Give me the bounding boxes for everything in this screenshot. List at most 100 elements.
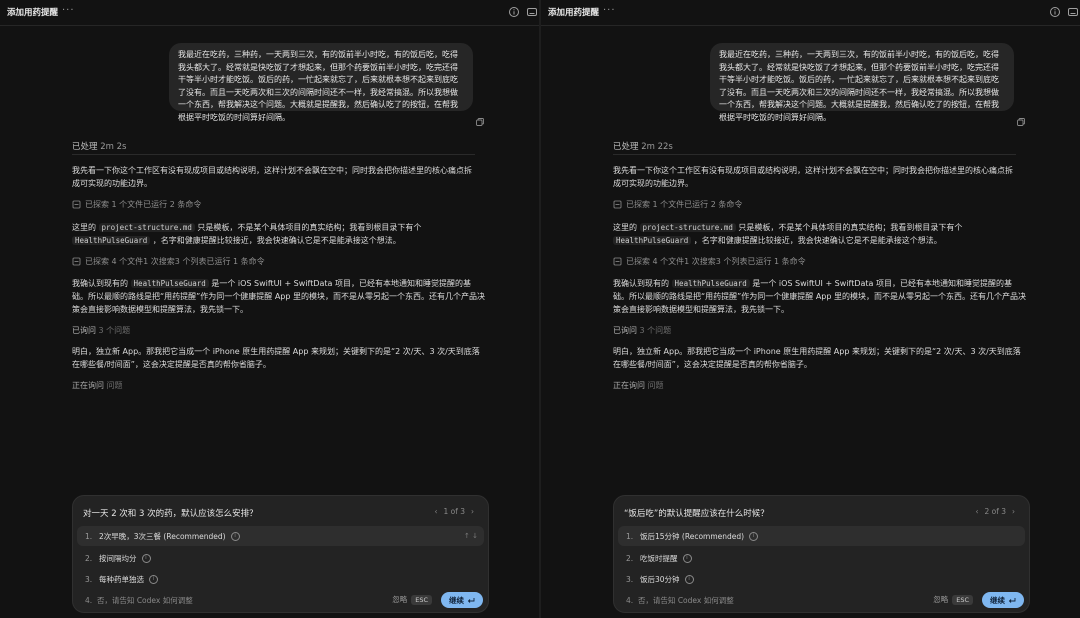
question-pager: ‹ 1 of 3 › xyxy=(434,507,474,516)
asked-questions-step[interactable]: 已询问 3 个问题 xyxy=(613,325,671,336)
asked-label: 已询问 xyxy=(72,326,96,335)
info-icon[interactable]: i xyxy=(684,574,694,584)
more-options-button[interactable]: ··· xyxy=(62,5,75,16)
option-number: 4. xyxy=(85,596,93,605)
info-icon[interactable] xyxy=(1049,6,1061,18)
other-placeholder: 否，请告知 Codex 如何调整 xyxy=(96,596,193,605)
continue-button[interactable]: 继续 xyxy=(441,592,483,608)
option-number: 4. xyxy=(626,596,634,605)
info-icon[interactable]: i xyxy=(230,531,240,541)
processed-status: 已处理 2m 22s xyxy=(613,140,673,152)
explore-step-1[interactable]: 已探索 1 个文件已运行 2 条命令 xyxy=(72,199,201,210)
question-text: “饭后吃”的默认提醒应该在什么时候？ xyxy=(624,509,769,519)
continue-label: 继续 xyxy=(449,595,464,605)
option-label: 吃饭时提醒 xyxy=(640,553,678,563)
inline-code: HealthPulseGuard xyxy=(613,236,692,245)
option-3[interactable]: 3. 饭后30分钟 i xyxy=(618,569,1025,589)
esc-key-hint: ESC xyxy=(952,594,973,605)
assistant-paragraph-2: 这里的 project-structure.md 只是模板，不是某个具体项目的真… xyxy=(613,221,1017,247)
explore-step-2[interactable]: 已探索 4 个文件1 次搜索3 个列表已运行 1 条命令 xyxy=(72,256,265,267)
prev-question-button[interactable]: ‹ xyxy=(975,507,978,516)
sidebar-panel-icon[interactable] xyxy=(526,6,538,18)
option-number: 1. xyxy=(85,531,93,541)
text: 这里的 xyxy=(613,223,637,232)
next-question-button[interactable]: › xyxy=(471,507,474,516)
asked-questions-step[interactable]: 已询问 3 个问题 xyxy=(72,325,130,336)
continue-label: 继续 xyxy=(990,595,1005,605)
info-icon[interactable]: i xyxy=(749,531,759,541)
inline-code: project-structure.md xyxy=(98,223,195,232)
option-label: 2次早晚，3次三餐 (Recommended) xyxy=(99,531,226,541)
assistant-paragraph-3: 我确认到现有的 HealthPulseGuard 是一个 iOS SwiftUI… xyxy=(613,277,1027,316)
option-number: 1. xyxy=(626,531,634,541)
divider xyxy=(72,154,475,155)
explore-step-text: 已探索 1 个文件已运行 2 条命令 xyxy=(626,200,743,209)
pager-text: 1 of 3 xyxy=(443,507,465,516)
asked-label: 已询问 xyxy=(613,326,637,335)
info-icon[interactable] xyxy=(508,6,520,18)
continue-button[interactable]: 继续 xyxy=(982,592,1024,608)
return-icon xyxy=(467,597,475,603)
text: ，名字和健康提醒比较接近，我会快速确认它是不是能承接这个想法。 xyxy=(693,236,942,245)
option-label: 饭后30分钟 xyxy=(640,574,680,584)
option-label: 每种药单独选 xyxy=(99,574,144,584)
ignore-button[interactable]: 忽略 ESC xyxy=(392,594,432,605)
assistant-intro: 我先看一下你这个工作区有没有现成项目或结构说明，这样计划不会飘在空中；同时我会把… xyxy=(613,166,1013,188)
option-3[interactable]: 3. 每种药单独选 i xyxy=(77,569,484,589)
text: 这里的 xyxy=(72,223,96,232)
option-number: 2. xyxy=(626,553,634,563)
conversation-pane-right: 添加用药提醒 ··· 我最近在吃药，三种药，一天两到三次，有的饭前半小时吃，有的… xyxy=(541,0,1080,618)
copy-icon[interactable] xyxy=(475,117,485,127)
other-feedback-input[interactable]: 4. 否，请告知 Codex 如何调整 xyxy=(626,595,734,606)
ignore-button[interactable]: 忽略 ESC xyxy=(933,594,973,605)
text: ，名字和健康提醒比较接近，我会快速确认它是不是能承接这个想法。 xyxy=(152,236,401,245)
option-label: 饭后15分钟 (Recommended) xyxy=(640,531,745,541)
explore-step-text: 已探索 1 个文件已运行 2 条命令 xyxy=(85,200,202,209)
info-icon[interactable]: i xyxy=(149,574,158,584)
explore-step-text: 已探索 4 个文件1 次搜索3 个列表已运行 1 条命令 xyxy=(626,257,806,266)
question-card: “饭后吃”的默认提醒应该在什么时候？ ‹ 2 of 3 › 1. 饭后15分钟 … xyxy=(613,495,1030,613)
explore-step-2[interactable]: 已探索 4 个文件1 次搜索3 个列表已运行 1 条命令 xyxy=(613,256,806,267)
processed-status: 已处理 2m 2s xyxy=(72,140,126,152)
ignore-label: 忽略 xyxy=(392,595,408,604)
pager-text: 2 of 3 xyxy=(984,507,1006,516)
pane-header: 添加用药提醒 ··· xyxy=(0,0,539,26)
user-message-bubble: 我最近在吃药，三种药，一天两到三次，有的饭前半小时吃，有的饭后吃，吃得我头都大了… xyxy=(169,43,473,122)
sidebar-panel-icon[interactable] xyxy=(1067,6,1079,18)
other-placeholder: 否，请告知 Codex 如何调整 xyxy=(637,596,734,605)
option-2[interactable]: 2. 吃饭时提醒 i xyxy=(618,548,1025,568)
conversation-title: 添加用药提醒 xyxy=(548,8,600,18)
asked-count: 3 个问题 xyxy=(639,326,672,335)
assistant-paragraph-4: 明白，独立新 App。那我把它当成一个 iPhone 原生用药提醒 App 来规… xyxy=(72,347,480,369)
question-card: 对一天 2 次和 3 次的药，默认应该怎么安排？ ‹ 1 of 3 › 1. 2… xyxy=(72,495,489,613)
option-2[interactable]: 2. 按间隔均分 i xyxy=(77,548,484,568)
option-number: 2. xyxy=(85,553,93,563)
explore-icon xyxy=(613,257,622,266)
explore-step-text: 已探索 4 个文件1 次搜索3 个列表已运行 1 条命令 xyxy=(85,257,265,266)
prev-question-button[interactable]: ‹ xyxy=(434,507,437,516)
inline-code: project-structure.md xyxy=(639,223,736,232)
more-options-button[interactable]: ··· xyxy=(603,5,616,16)
question-pager: ‹ 2 of 3 › xyxy=(975,507,1015,516)
option-1[interactable]: 1. 饭后15分钟 (Recommended) i xyxy=(618,526,1025,546)
ignore-label: 忽略 xyxy=(933,595,949,604)
processed-label: 已处理 xyxy=(72,142,98,152)
info-icon[interactable]: i xyxy=(682,553,692,563)
info-icon[interactable]: i xyxy=(141,553,151,563)
user-message-bubble: 我最近在吃药，三种药，一天两到三次，有的饭前半小时吃，有的饭后吃，吃得我头都大了… xyxy=(710,43,1014,122)
processed-duration: 2m 2s xyxy=(100,142,127,152)
other-feedback-input[interactable]: 4. 否，请告知 Codex 如何调整 xyxy=(85,595,193,606)
asking-label: 正在询问 xyxy=(72,381,104,390)
next-question-button[interactable]: › xyxy=(1012,507,1015,516)
conversation-pane-left: 添加用药提醒 ··· 我最近在吃药，三种药，一天两到三次，有的饭前半小时吃，有的… xyxy=(0,0,539,618)
assistant-paragraph-2: 这里的 project-structure.md 只是模板，不是某个具体项目的真… xyxy=(72,221,476,247)
esc-key-hint: ESC xyxy=(411,594,432,605)
option-number: 3. xyxy=(85,574,93,584)
option-number: 3. xyxy=(626,574,634,584)
copy-icon[interactable] xyxy=(1016,117,1026,127)
asking-suffix: 问题 xyxy=(106,381,123,390)
divider xyxy=(613,154,1016,155)
explore-step-1[interactable]: 已探索 1 个文件已运行 2 条命令 xyxy=(613,199,742,210)
text: 我确认到现有的 xyxy=(613,279,669,288)
option-1[interactable]: 1. 2次早晚，3次三餐 (Recommended) i ↑ ↓ xyxy=(77,526,484,546)
